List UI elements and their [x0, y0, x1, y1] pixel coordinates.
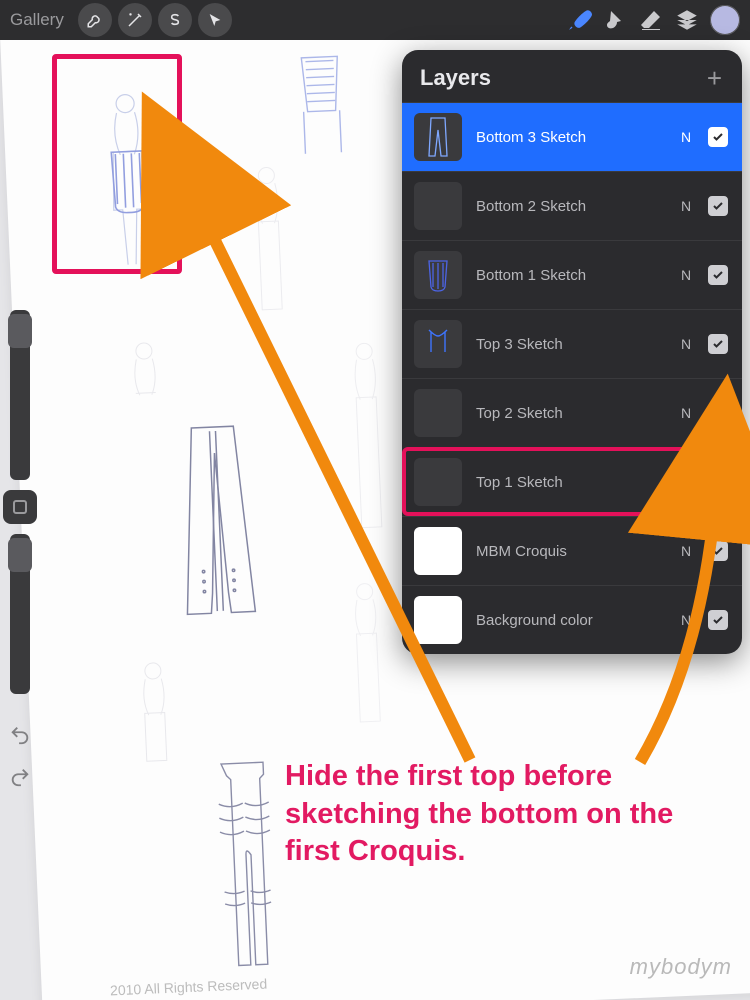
layer-thumbnail [414, 389, 462, 437]
layer-row[interactable]: Bottom 1 Sketch N [402, 240, 742, 309]
layer-name: Top 3 Sketch [476, 336, 664, 353]
layer-blend-mode[interactable]: N [678, 336, 694, 352]
layer-row[interactable]: Background color N [402, 585, 742, 654]
layer-blend-mode[interactable]: N [678, 405, 694, 421]
actions-wrench-icon[interactable] [78, 3, 112, 37]
layer-visibility-checkbox[interactable] [708, 334, 728, 354]
layer-name: Bottom 1 Sketch [476, 267, 664, 284]
layer-visibility-checkbox[interactable] [708, 541, 728, 561]
smudge-tool-icon[interactable] [600, 5, 630, 35]
layer-thumbnail [414, 182, 462, 230]
layer-thumbnail [414, 527, 462, 575]
eraser-tool-icon[interactable] [636, 5, 666, 35]
croquis-figure [75, 87, 183, 286]
modify-button[interactable] [3, 490, 37, 524]
layer-blend-mode[interactable]: N [678, 129, 694, 145]
layers-tool-icon[interactable] [672, 5, 702, 35]
annotation-text: Hide the first top before sketching the … [285, 758, 705, 871]
layer-name: MBM Croquis [476, 543, 664, 560]
top-toolbar: Gallery [0, 0, 750, 40]
undo-button[interactable] [5, 720, 35, 750]
watermark-brand: mybodym [630, 954, 732, 980]
layer-row[interactable]: MBM Croquis N [402, 516, 742, 585]
layer-blend-mode[interactable]: N [678, 612, 694, 628]
croquis-figure [147, 418, 286, 633]
layer-blend-mode[interactable]: N [678, 543, 694, 559]
layer-name: Bottom 2 Sketch [476, 198, 664, 215]
layer-row[interactable]: Top 1 Sketch N [402, 447, 742, 516]
color-picker-swatch[interactable] [708, 3, 742, 37]
undo-redo-group [3, 720, 37, 792]
layer-thumbnail [414, 113, 462, 161]
layer-thumbnail [414, 320, 462, 368]
layer-blend-mode[interactable]: N [678, 198, 694, 214]
side-slider-rail [3, 310, 37, 694]
croquis-figure [324, 578, 410, 731]
gallery-button[interactable]: Gallery [8, 10, 72, 30]
layer-visibility-checkbox[interactable] [708, 472, 728, 492]
layer-name: Top 1 Sketch [476, 474, 664, 491]
brush-tool-icon[interactable] [564, 5, 594, 35]
layer-name: Bottom 3 Sketch [476, 129, 664, 146]
layer-thumbnail [414, 596, 462, 644]
layer-row[interactable]: Bottom 3 Sketch N [402, 102, 742, 171]
layer-name: Top 2 Sketch [476, 405, 664, 422]
layer-visibility-checkbox[interactable] [708, 403, 728, 423]
layer-visibility-checkbox[interactable] [708, 196, 728, 216]
croquis-figure [226, 162, 313, 325]
layer-name: Background color [476, 612, 664, 629]
croquis-figure [112, 657, 197, 770]
layer-blend-mode[interactable]: N [678, 267, 694, 283]
layer-visibility-checkbox[interactable] [708, 265, 728, 285]
layer-row[interactable]: Top 2 Sketch N [402, 378, 742, 447]
add-layer-button[interactable]: + [703, 64, 726, 92]
brush-size-slider[interactable] [10, 310, 30, 480]
croquis-figure [324, 338, 413, 541]
layer-thumbnail [414, 458, 462, 506]
move-arrow-icon[interactable] [198, 3, 232, 37]
layers-title: Layers [420, 65, 491, 91]
layer-visibility-checkbox[interactable] [708, 610, 728, 630]
layers-popover: Layers + Bottom 3 Sketch N Bottom 2 Sket… [402, 50, 742, 654]
slider-thumb[interactable] [8, 314, 32, 348]
layer-row[interactable]: Bottom 2 Sketch N [402, 171, 742, 240]
layer-row[interactable]: Top 3 Sketch N [402, 309, 742, 378]
redo-button[interactable] [5, 762, 35, 792]
slider-thumb[interactable] [8, 538, 32, 572]
layer-visibility-checkbox[interactable] [708, 127, 728, 147]
selection-s-icon[interactable] [158, 3, 192, 37]
layer-blend-mode[interactable]: N [678, 474, 694, 490]
brush-opacity-slider[interactable] [10, 534, 30, 694]
layer-thumbnail [414, 251, 462, 299]
adjustments-wand-icon[interactable] [118, 3, 152, 37]
croquis-figure [279, 49, 364, 172]
